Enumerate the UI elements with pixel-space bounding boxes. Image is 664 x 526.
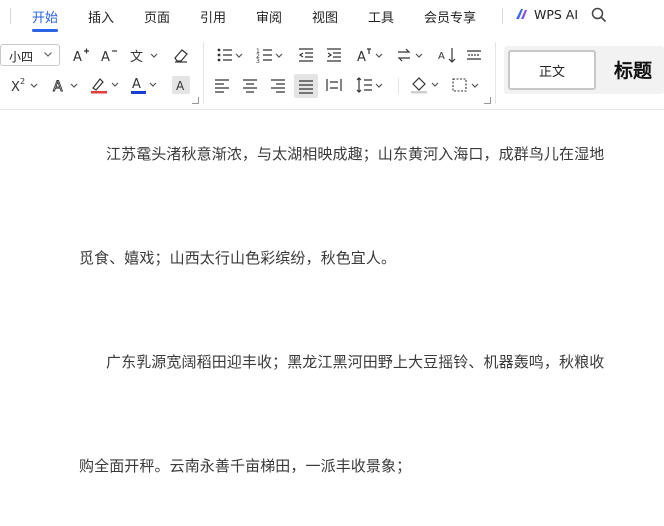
bullet-list-icon (217, 48, 243, 62)
sort-icon: A (438, 48, 456, 63)
svg-text:文: 文 (130, 50, 143, 64)
wps-ai-icon (516, 9, 527, 19)
text-direction-icon: A (357, 48, 383, 64)
tab-page[interactable]: 页面 (144, 7, 170, 26)
svg-text:X: X (11, 80, 20, 94)
sort-button[interactable]: A (436, 44, 458, 66)
tab-tools[interactable]: 工具 (368, 7, 394, 26)
align-left-button[interactable] (212, 74, 232, 96)
grow-font-icon: A (73, 48, 89, 64)
styles-gallery: 正文 标题 (504, 46, 664, 94)
grow-font-button[interactable]: A (70, 44, 92, 66)
phonetic-guide-button[interactable]: 文 (128, 44, 160, 66)
decrease-indent-icon (298, 48, 313, 62)
numbered-list-icon: 1 2 3 (256, 48, 283, 64)
superscript-button[interactable]: X 2 (8, 74, 42, 96)
distributed-align-button[interactable] (324, 74, 344, 96)
character-shading-button[interactable]: A (172, 76, 190, 94)
font-dialog-launcher[interactable] (192, 97, 199, 104)
character-shading-icon: A (176, 79, 185, 92)
menu-separator (502, 8, 503, 24)
increase-indent-button[interactable] (324, 44, 344, 66)
wps-ai-label: WPS AI (534, 6, 579, 22)
numbered-list-button[interactable]: 1 2 3 (254, 44, 286, 66)
align-right-icon (271, 79, 285, 93)
increase-indent-icon (327, 48, 341, 62)
align-center-icon (243, 79, 257, 93)
borders-button[interactable] (450, 74, 482, 96)
paragraph-line: 广东乳源宽阔稻田迎丰收；黑龙江黑河田野上大豆摇铃、机器轰鸣，秋粮收 (106, 353, 605, 371)
font-color-button[interactable]: A (128, 74, 160, 96)
paragraph-dialog-launcher[interactable] (484, 97, 491, 104)
style-normal[interactable]: 正文 (508, 50, 596, 90)
svg-text:A: A (438, 51, 445, 62)
font-color-icon: A (131, 77, 157, 94)
document-page[interactable]: 江苏鼋头渚秋意渐浓，与太湖相映成趣；山东黄河入海口，成群鸟儿在湿地 觅食、嬉戏；… (0, 110, 664, 526)
ribbon-toolbar: 小四 A A 文 X 2 A A A 1 2 3 A A 正文 标题 (0, 34, 664, 110)
shrink-font-icon: A (101, 50, 117, 64)
wps-ai-button[interactable]: WPS AI (514, 6, 578, 22)
svg-text:A: A (132, 77, 141, 92)
line-spacing-icon (356, 77, 383, 93)
paragraph-line: 购全面开秤。云南永善千亩梯田，一派丰收景象； (79, 457, 412, 475)
tab-home[interactable]: 开始 (32, 7, 58, 26)
eraser-icon (174, 49, 188, 63)
search-icon (591, 7, 607, 23)
active-tab-indicator (32, 29, 58, 32)
shrink-font-button[interactable]: A (98, 44, 120, 66)
svg-text:3: 3 (256, 58, 260, 64)
svg-text:A: A (53, 79, 63, 94)
justify-button[interactable] (294, 74, 318, 98)
svg-text:A: A (101, 50, 110, 64)
align-left-icon (215, 79, 229, 93)
convert-icon (397, 48, 423, 62)
svg-text:A: A (73, 50, 82, 64)
tab-member[interactable]: 会员专享 (424, 7, 476, 26)
tab-insert[interactable]: 插入 (88, 7, 114, 26)
tab-references[interactable]: 引用 (200, 7, 226, 26)
show-marks-button[interactable] (464, 44, 484, 66)
menu-divider (10, 8, 11, 24)
paragraph-line: 觅食、嬉戏；山西太行山色彩缤纷，秋色宜人。 (79, 249, 397, 267)
font-size-value: 小四 (9, 50, 34, 64)
align-right-button[interactable] (268, 74, 288, 96)
svg-text:2: 2 (20, 77, 25, 86)
bullet-list-button[interactable] (214, 44, 246, 66)
line-spacing-button[interactable] (354, 74, 386, 96)
svg-text:A: A (176, 79, 185, 92)
font-size-select[interactable]: 小四 (0, 44, 60, 66)
tab-view[interactable]: 视图 (312, 7, 338, 26)
border-icon (452, 78, 479, 92)
distributed-align-icon (326, 79, 342, 91)
search-button[interactable] (590, 6, 608, 28)
text-effect-icon: A (53, 79, 78, 94)
decrease-indent-button[interactable] (296, 44, 316, 66)
highlighter-icon (91, 78, 119, 94)
menu-bar: 开始 插入 页面 引用 审阅 视图 工具 会员专享 WPS AI (0, 0, 664, 34)
shading-button[interactable] (408, 74, 442, 96)
style-heading[interactable]: 标题 (614, 56, 652, 83)
paragraph-line: 江苏鼋头渚秋意渐浓，与太湖相映成趣；山东黄河入海口，成群鸟儿在湿地 (106, 145, 605, 163)
highlight-button[interactable] (88, 74, 122, 96)
text-effect-button[interactable]: A (50, 74, 82, 96)
inline-separator (398, 78, 399, 94)
text-direction-button[interactable]: A (354, 44, 386, 66)
superscript-icon: X 2 (11, 77, 38, 94)
paragraph-marks-icon (467, 50, 481, 60)
justify-icon (299, 80, 313, 94)
chevron-down-icon (44, 52, 52, 57)
group-separator (203, 42, 204, 104)
convert-button[interactable] (394, 44, 426, 66)
tab-review[interactable]: 审阅 (256, 7, 282, 26)
clear-format-button[interactable] (170, 44, 192, 66)
paint-bucket-icon (411, 77, 439, 94)
align-center-button[interactable] (240, 74, 260, 96)
phonetic-guide-icon: 文 (130, 50, 158, 64)
svg-text:A: A (357, 50, 366, 64)
group-separator (495, 42, 496, 104)
